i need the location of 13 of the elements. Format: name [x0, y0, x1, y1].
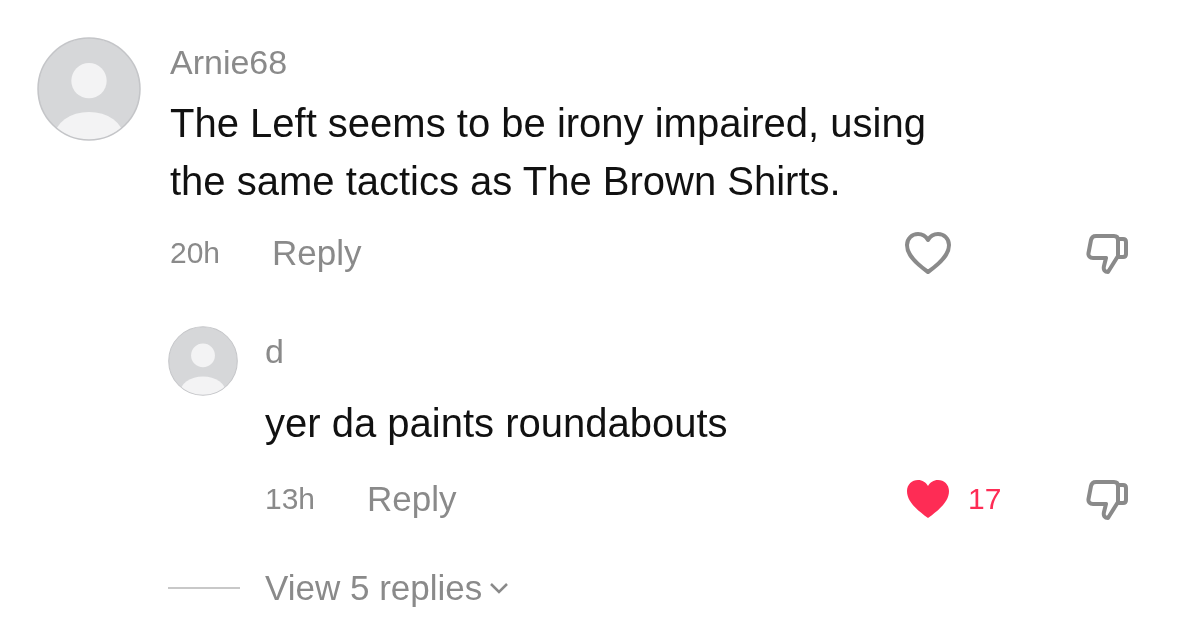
like-count: 17 [968, 482, 1002, 516]
comment-time: 20h [170, 236, 221, 270]
reply-button[interactable]: Reply [272, 233, 362, 273]
comment-text: yer da paints roundabouts [265, 400, 729, 447]
heart-icon[interactable] [904, 231, 952, 275]
username[interactable]: Arnie68 [170, 37, 288, 87]
heart-icon[interactable] [904, 477, 952, 521]
reply-button[interactable]: Reply [367, 479, 457, 519]
comment-time: 13h [265, 482, 316, 516]
username[interactable]: d [265, 326, 284, 376]
comment-text: The Left seems to be irony impaired, using the same tactics as The Brown Shirts. [170, 100, 927, 205]
view-replies-link[interactable]: View 5 replies [265, 568, 511, 608]
chevron-down-icon [488, 581, 511, 595]
